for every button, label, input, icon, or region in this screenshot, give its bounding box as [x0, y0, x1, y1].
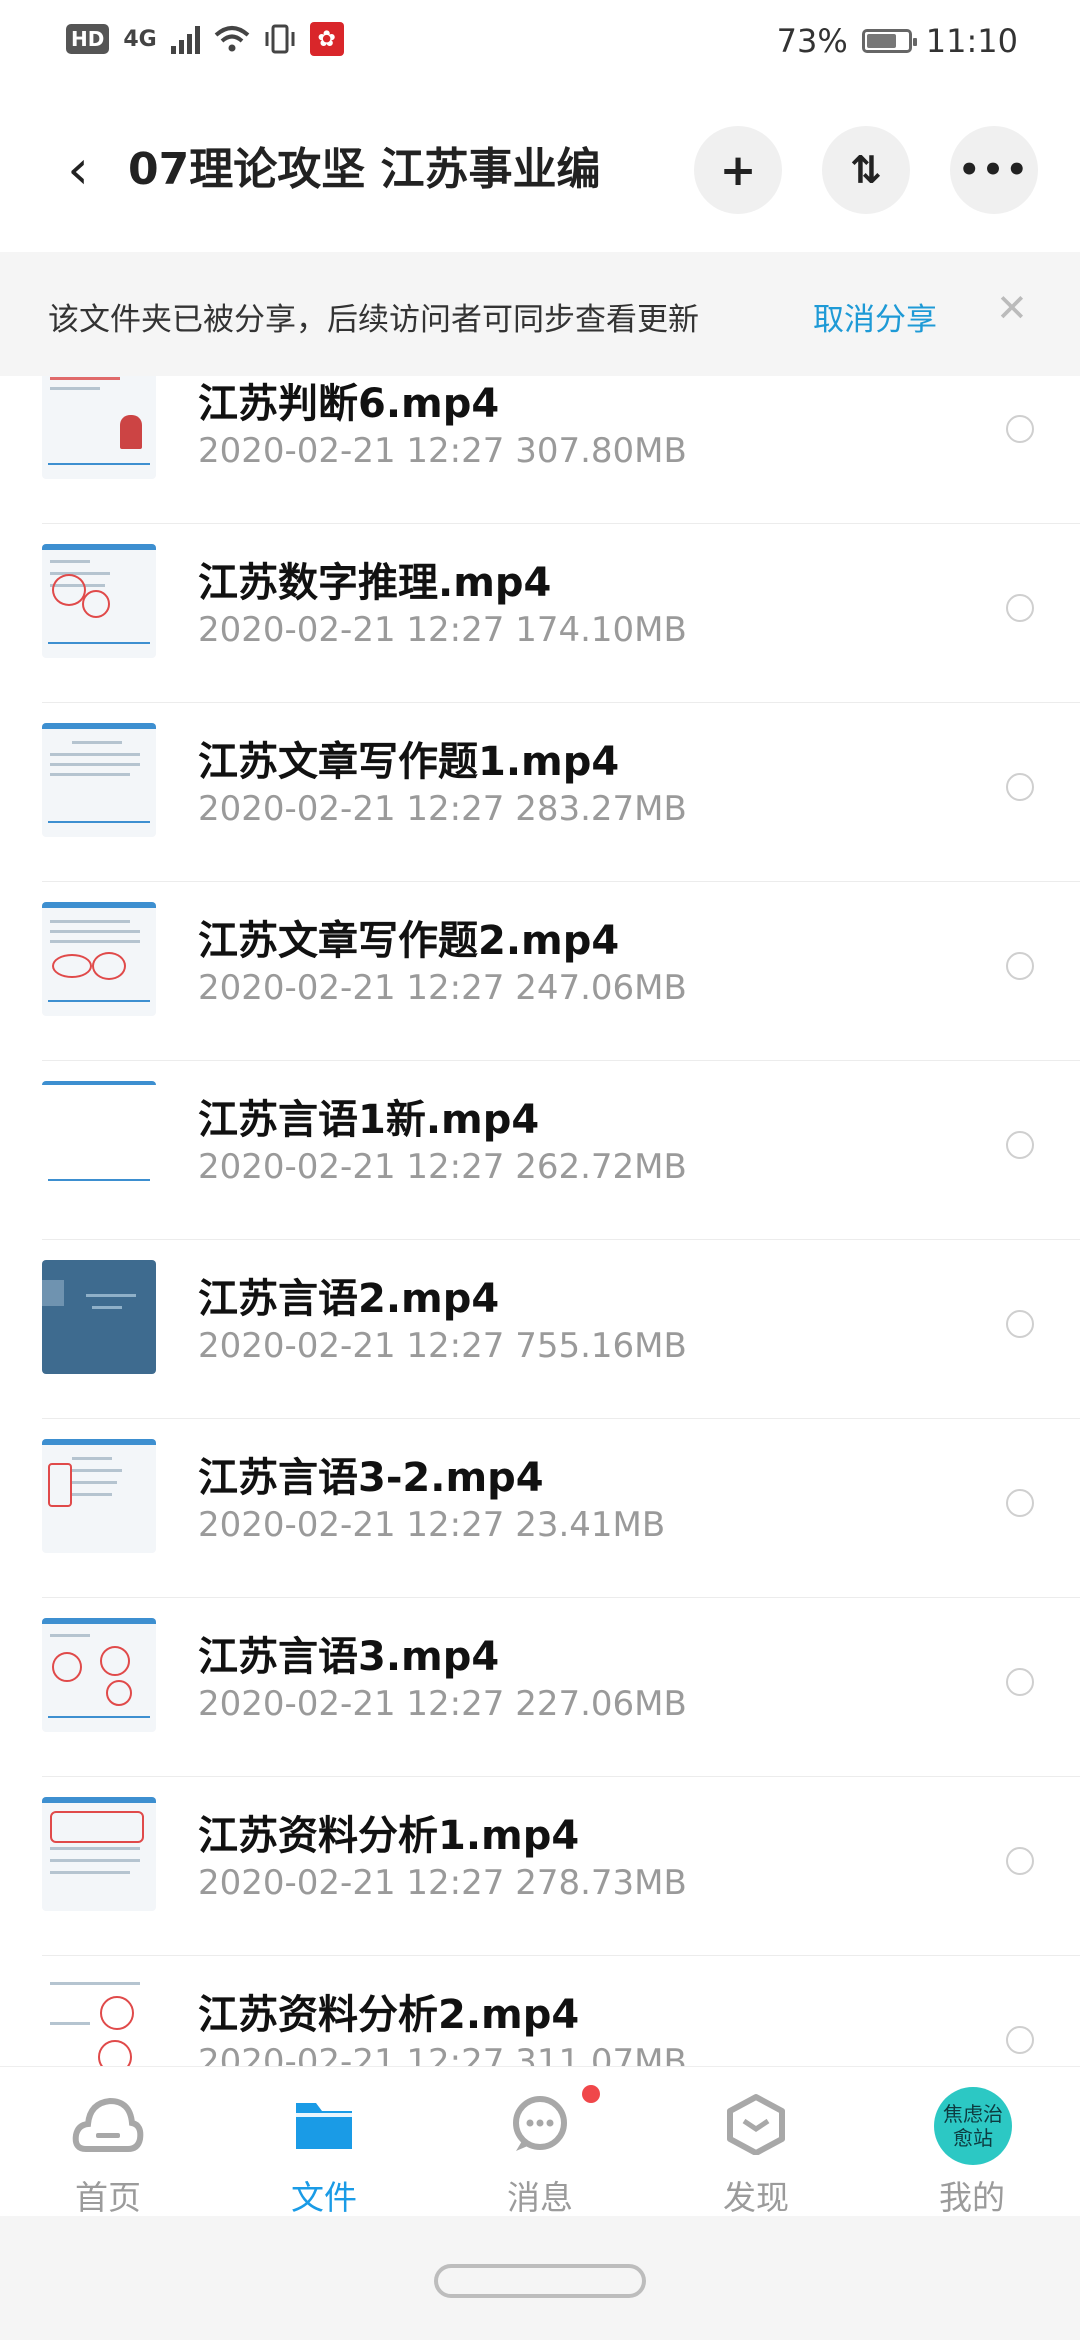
- file-meta: 2020-02-21 12:27 278.73MB: [198, 1863, 687, 1903]
- cancel-share-link[interactable]: 取消分享: [813, 294, 937, 339]
- video-thumbnail: [42, 1618, 156, 1732]
- tab-label: 首页: [75, 2178, 141, 2217]
- file-meta: 2020-02-21 12:27 755.16MB: [198, 1326, 687, 1366]
- battery-level: [866, 34, 896, 48]
- cloud-icon: [72, 2097, 144, 2152]
- list-item[interactable]: 江苏资料分析1.mp4 2020-02-21 12:27 278.73MB: [0, 1777, 1080, 1956]
- status-left: HD 4G ✿: [66, 22, 344, 56]
- file-meta: 2020-02-21 12:27 227.06MB: [198, 1684, 687, 1724]
- tab-label: 发现: [723, 2178, 789, 2217]
- add-button[interactable]: +: [694, 126, 782, 214]
- header: ‹ 07理论攻坚 江苏事业编 + ⇅ •••: [0, 110, 1080, 230]
- share-banner: 该文件夹已被分享，后续访问者可同步查看更新 取消分享 ✕: [0, 252, 1080, 376]
- list-item[interactable]: 江苏言语3.mp4 2020-02-21 12:27 227.06MB: [0, 1598, 1080, 1777]
- tab-messages[interactable]: 消息: [432, 2067, 648, 2217]
- home-indicator[interactable]: [434, 2264, 646, 2298]
- select-radio[interactable]: [1006, 1668, 1034, 1696]
- select-radio[interactable]: [1006, 1310, 1034, 1338]
- list-item[interactable]: 江苏言语3-2.mp4 2020-02-21 12:27 23.41MB: [0, 1419, 1080, 1598]
- vibrate-icon: [265, 24, 295, 54]
- video-thumbnail: [42, 1081, 156, 1195]
- file-list[interactable]: 江苏判断6.mp4 2020-02-21 12:27 307.80MB 江苏数字…: [0, 376, 1080, 2066]
- file-name: 江苏文章写作题1.mp4: [198, 739, 620, 785]
- app-notification-icon: ✿: [309, 22, 344, 56]
- close-icon[interactable]: ✕: [996, 286, 1028, 330]
- video-thumbnail: [42, 1797, 156, 1911]
- video-thumbnail: [42, 902, 156, 1016]
- file-name: 江苏文章写作题2.mp4: [198, 918, 620, 964]
- sort-button[interactable]: ⇅: [822, 126, 910, 214]
- video-thumbnail: [42, 544, 156, 658]
- page-title: 07理论攻坚 江苏事业编: [128, 144, 601, 195]
- file-name: 江苏言语2.mp4: [198, 1276, 500, 1322]
- back-icon[interactable]: ‹: [48, 140, 108, 200]
- tab-discover[interactable]: 发现: [648, 2067, 864, 2217]
- wifi-icon: [214, 26, 250, 52]
- list-item[interactable]: 江苏资料分析2.mp4 2020-02-21 12:27 311.07MB: [0, 1956, 1080, 2066]
- video-thumbnail: [42, 376, 156, 479]
- file-name: 江苏言语3-2.mp4: [198, 1455, 544, 1501]
- tab-files[interactable]: 文件: [216, 2067, 432, 2217]
- network-type: 4G: [123, 26, 157, 52]
- tab-label: 我的: [939, 2178, 1005, 2217]
- file-name: 江苏判断6.mp4: [198, 381, 500, 427]
- clock: 11:10: [925, 22, 1018, 60]
- file-meta: 2020-02-21 12:27 23.41MB: [198, 1505, 666, 1545]
- select-radio[interactable]: [1006, 1847, 1034, 1875]
- notification-badge: [582, 2085, 600, 2103]
- file-name: 江苏资料分析1.mp4: [198, 1813, 580, 1859]
- hd-icon: HD: [66, 24, 110, 54]
- battery-icon: [861, 29, 917, 53]
- status-right: 73% 11:10: [777, 22, 1018, 60]
- avatar: 焦虑治愈站: [934, 2087, 1012, 2165]
- file-name: 江苏言语3.mp4: [198, 1634, 500, 1680]
- select-radio[interactable]: [1006, 773, 1034, 801]
- file-name: 江苏资料分析2.mp4: [198, 1992, 580, 2038]
- more-button[interactable]: •••: [950, 126, 1038, 214]
- select-radio[interactable]: [1006, 415, 1034, 443]
- battery-percent: 73%: [776, 22, 848, 60]
- video-thumbnail: [42, 1976, 156, 2066]
- file-name: 江苏数字推理.mp4: [198, 560, 552, 606]
- list-item[interactable]: 江苏数字推理.mp4 2020-02-21 12:27 174.10MB: [0, 524, 1080, 703]
- list-item[interactable]: 江苏文章写作题1.mp4 2020-02-21 12:27 283.27MB: [0, 703, 1080, 882]
- list-item[interactable]: 江苏言语2.mp4 2020-02-21 12:27 755.16MB: [0, 1240, 1080, 1419]
- select-radio[interactable]: [1006, 1489, 1034, 1517]
- tab-label: 消息: [507, 2178, 573, 2217]
- tab-bar: 首页 文件 消息 发现 焦虑治愈站 我的: [0, 2066, 1080, 2217]
- select-radio[interactable]: [1006, 1131, 1034, 1159]
- select-radio[interactable]: [1006, 2026, 1034, 2054]
- select-radio[interactable]: [1006, 594, 1034, 622]
- folder-icon: [296, 2103, 352, 2149]
- tab-label: 文件: [291, 2178, 357, 2217]
- list-item[interactable]: 江苏判断6.mp4 2020-02-21 12:27 307.80MB: [0, 376, 1080, 524]
- file-meta: 2020-02-21 12:27 174.10MB: [198, 610, 687, 650]
- list-item[interactable]: 江苏文章写作题2.mp4 2020-02-21 12:27 247.06MB: [0, 882, 1080, 1061]
- file-meta: 2020-02-21 12:27 283.27MB: [198, 789, 687, 829]
- file-name: 江苏言语1新.mp4: [198, 1097, 540, 1143]
- file-meta: 2020-02-21 12:27 247.06MB: [198, 968, 687, 1008]
- video-thumbnail: [42, 723, 156, 837]
- share-banner-text: 该文件夹已被分享，后续访问者可同步查看更新: [48, 302, 699, 338]
- status-bar: HD 4G ✿ 73% 11:10: [0, 0, 1080, 90]
- discover-icon: [727, 2094, 785, 2155]
- tab-home[interactable]: 首页: [0, 2067, 216, 2217]
- tab-profile[interactable]: 焦虑治愈站 我的: [864, 2067, 1080, 2217]
- file-meta: 2020-02-21 12:27 262.72MB: [198, 1147, 687, 1187]
- signal-icon: [170, 24, 200, 54]
- list-item[interactable]: 江苏言语1新.mp4 2020-02-21 12:27 262.72MB: [0, 1061, 1080, 1240]
- video-thumbnail: [42, 1260, 156, 1374]
- file-meta: 2020-02-21 12:27 311.07MB: [198, 2042, 687, 2066]
- system-nav-bar: [0, 2216, 1080, 2340]
- file-meta: 2020-02-21 12:27 307.80MB: [198, 431, 687, 471]
- chat-bubble-icon: [513, 2096, 567, 2151]
- video-thumbnail: [42, 1439, 156, 1553]
- select-radio[interactable]: [1006, 952, 1034, 980]
